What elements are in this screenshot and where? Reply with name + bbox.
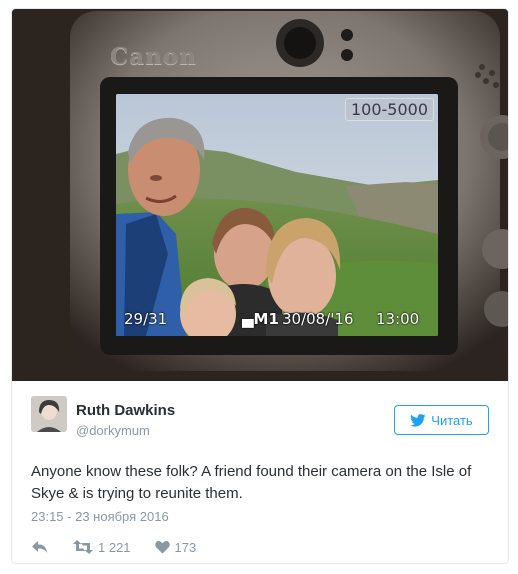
- retweet-count: 1 221: [98, 539, 131, 555]
- retweet-button[interactable]: 1 221: [73, 540, 131, 555]
- reply-icon: [32, 541, 47, 553]
- lcd-iso-indicator: 100-5000: [344, 98, 434, 121]
- reply-button[interactable]: [31, 540, 49, 554]
- tweet-card: Canon 100-5000 29/31 ▄M1 30/08/'16 13:00…: [11, 8, 509, 564]
- like-button[interactable]: 173: [154, 539, 197, 555]
- author-handle[interactable]: @dorkymum: [76, 423, 150, 438]
- follow-button[interactable]: Читать: [394, 405, 489, 435]
- avatar-image: [31, 396, 67, 432]
- tweet-text: Anyone know these folk? A friend found t…: [31, 463, 472, 502]
- camera-lcd-screen: 100-5000 29/31 ▄M1 30/08/'16 13:00: [116, 94, 438, 336]
- tweet-photo[interactable]: Canon 100-5000 29/31 ▄M1 30/08/'16 13:00: [12, 9, 508, 381]
- author-name[interactable]: Ruth Dawkins: [76, 402, 175, 419]
- follow-button-label: Читать: [431, 412, 473, 428]
- tweet-timestamp[interactable]: 23:15 - 23 ноября 2016: [31, 509, 169, 524]
- twitter-bird-icon: [410, 413, 426, 427]
- heart-icon: [154, 540, 170, 554]
- lcd-mode-indicator: ▄M1: [242, 310, 279, 328]
- tweet-actions: 1 221 173: [31, 537, 220, 557]
- camera-brand-logo: Canon: [110, 43, 197, 70]
- lcd-frame-count: 29/31: [124, 310, 168, 328]
- tweet-body: Ruth Dawkins @dorkymum Читать Anyone kno…: [12, 381, 508, 563]
- lcd-date: 30/08/'16: [282, 310, 354, 328]
- avatar[interactable]: [31, 396, 67, 432]
- like-count: 173: [174, 539, 197, 555]
- lcd-time: 13:00: [376, 310, 420, 328]
- selfie-photo: [116, 94, 438, 336]
- retweet-icon: [73, 540, 93, 554]
